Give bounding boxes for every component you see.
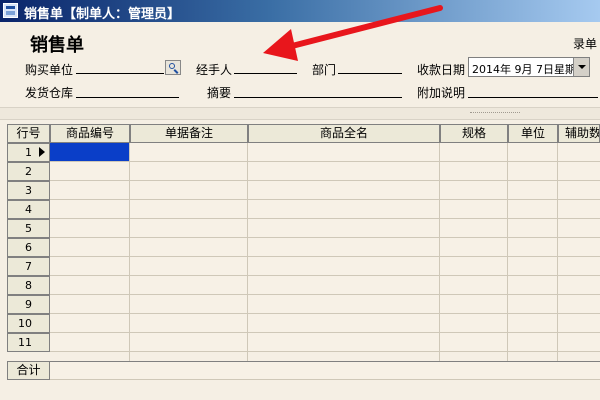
col-header-unit[interactable]: 单位 — [508, 124, 558, 143]
window-title: 销售单【制单人：管理员】 — [24, 7, 181, 22]
table-row[interactable] — [50, 143, 600, 162]
table-row[interactable] — [50, 333, 600, 352]
column-divider — [557, 143, 558, 361]
annotation-arrow-head — [263, 29, 298, 61]
splitter-grip[interactable] — [470, 112, 520, 116]
panel-splitter[interactable] — [0, 107, 600, 120]
table-row[interactable] — [50, 238, 600, 257]
col-header-aux-qty[interactable]: 辅助数 — [558, 124, 600, 143]
handler-field[interactable] — [234, 73, 297, 74]
title-bar: 销售单【制单人：管理员】 — [0, 0, 600, 22]
summary-field[interactable] — [234, 97, 402, 98]
row-number[interactable]: 2 — [7, 162, 50, 181]
table-row[interactable] — [50, 276, 600, 295]
col-header-document-remark[interactable]: 单据备注 — [130, 124, 248, 143]
buyer-lookup-search-icon[interactable] — [165, 60, 181, 75]
current-row-pointer-icon — [39, 147, 45, 157]
table-row[interactable] — [50, 295, 600, 314]
row-number[interactable]: 5 — [7, 219, 50, 238]
row-number[interactable]: 10 — [7, 314, 50, 333]
col-header-product-code[interactable]: 商品编号 — [50, 124, 130, 143]
payment-date-label: 收款日期 — [417, 63, 466, 77]
table-row[interactable] — [50, 200, 600, 219]
handler-label: 经手人 — [196, 63, 233, 77]
column-divider — [507, 143, 508, 361]
department-label: 部门 — [312, 63, 337, 77]
column-divider — [247, 143, 248, 361]
row-number[interactable]: 9 — [7, 295, 50, 314]
chevron-down-icon[interactable] — [573, 58, 589, 76]
warehouse-label: 发货仓库 — [25, 86, 74, 100]
col-header-row-number: 行号 — [7, 124, 50, 143]
total-row — [50, 361, 600, 380]
row-number[interactable]: 8 — [7, 276, 50, 295]
col-header-spec[interactable]: 规格 — [440, 124, 508, 143]
col-header-product-name[interactable]: 商品全名 — [248, 124, 440, 143]
note-label: 附加说明 — [417, 86, 466, 100]
selected-cell[interactable] — [50, 143, 129, 161]
app-icon — [3, 3, 18, 18]
department-field[interactable] — [338, 73, 402, 74]
table-row[interactable] — [50, 219, 600, 238]
enter-label: 录单 — [573, 37, 598, 51]
table-row[interactable] — [50, 162, 600, 181]
row-number[interactable]: 7 — [7, 257, 50, 276]
table-row[interactable] — [50, 257, 600, 276]
note-field[interactable] — [468, 97, 598, 98]
table-row[interactable] — [50, 181, 600, 200]
summary-label: 摘要 — [207, 86, 232, 100]
row-number[interactable]: 4 — [7, 200, 50, 219]
buyer-field[interactable] — [76, 73, 164, 74]
buyer-label: 购买单位 — [25, 63, 74, 77]
row-number[interactable]: 11 — [7, 333, 50, 352]
total-label: 合计 — [7, 361, 50, 380]
row-number[interactable]: 3 — [7, 181, 50, 200]
payment-date-picker[interactable]: 2014年 9月 7日星期 — [468, 57, 590, 77]
column-divider — [439, 143, 440, 361]
table-row[interactable] — [50, 314, 600, 333]
payment-date-value: 2014年 9月 7日星期 — [472, 63, 576, 76]
row-number[interactable]: 6 — [7, 238, 50, 257]
warehouse-field[interactable] — [76, 97, 179, 98]
column-divider — [129, 143, 130, 361]
form-title: 销售单 — [30, 35, 84, 56]
